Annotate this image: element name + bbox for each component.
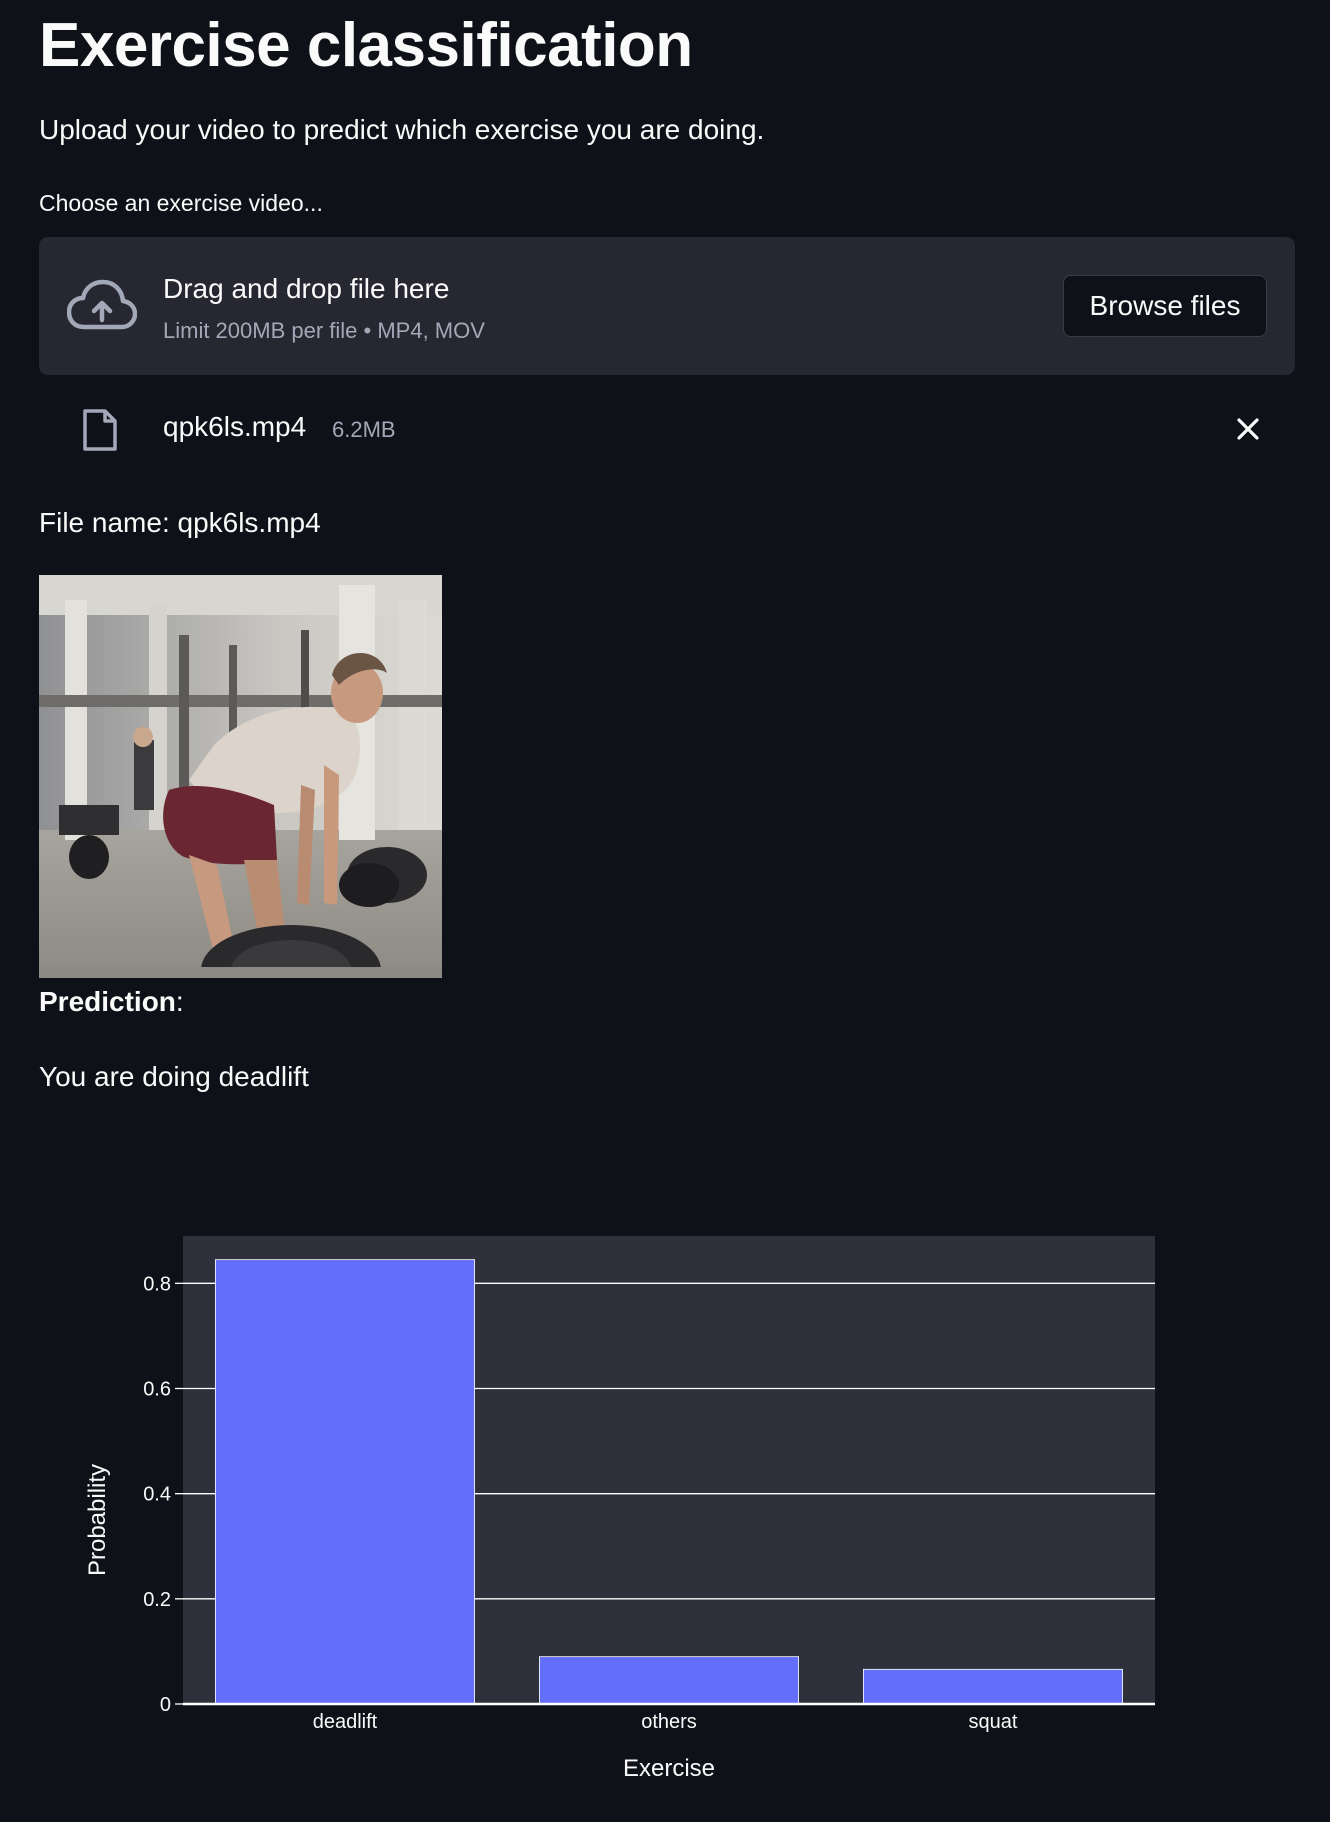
probability-chart: 0 0.2 0.4 0.6 0.8 deadlift others squat Exercise… <box>39 1200 1295 1800</box>
file-icon <box>83 409 117 451</box>
file-name-text: File name: qpk6ls.mp4 <box>39 507 321 538</box>
x-tick-label: squat <box>969 1711 1018 1733</box>
probability-bar-chart: 0 0.2 0.4 0.6 0.8 deadlift others squat Exercise… <box>84 1236 1155 1782</box>
close-icon[interactable] <box>1231 412 1265 446</box>
uploader-label: Choose an exercise video... <box>39 190 323 216</box>
bar-others <box>538 1656 800 1705</box>
y-axis-title: Probability <box>84 1464 111 1576</box>
y-tick-label: 0.6 <box>143 1378 171 1400</box>
file-dropzone[interactable]: Drag and drop file here Limit 200MB per … <box>39 237 1295 375</box>
uploaded-file-item: qpk6ls.mp4 6.2MB <box>39 395 1295 465</box>
y-tick-label: 0.8 <box>143 1273 171 1295</box>
bar-deadlift <box>214 1259 476 1705</box>
video-player[interactable] <box>39 575 442 978</box>
y-tick-label: 0.4 <box>143 1484 171 1506</box>
bar-squat <box>863 1668 1124 1705</box>
x-tick-label: others <box>641 1711 697 1733</box>
browse-files-button[interactable]: Browse files <box>1063 275 1267 337</box>
uploaded-file-name: qpk6ls.mp4 <box>163 411 307 442</box>
uploaded-file-size: 6.2MB <box>332 417 396 442</box>
cloud-upload-icon <box>67 279 137 330</box>
prediction-label: Prediction <box>39 986 176 1017</box>
x-tick-label: deadlift <box>313 1711 378 1733</box>
page-subtitle: Upload your video to predict which exerc… <box>39 114 765 145</box>
prediction-heading: Prediction: <box>39 984 184 1020</box>
prediction-colon: : <box>175 986 184 1017</box>
prediction-result: You are doing deadlift <box>39 1061 309 1092</box>
x-axis-title: Exercise <box>623 1755 715 1782</box>
video-frame <box>39 575 442 978</box>
dropzone-hint: Limit 200MB per file • MP4, MOV <box>163 318 485 343</box>
dropzone-title: Drag and drop file here <box>163 273 450 304</box>
page-title: Exercise classification <box>39 11 693 80</box>
y-tick-label: 0 <box>160 1694 171 1716</box>
y-tick-label: 0.2 <box>143 1589 171 1611</box>
